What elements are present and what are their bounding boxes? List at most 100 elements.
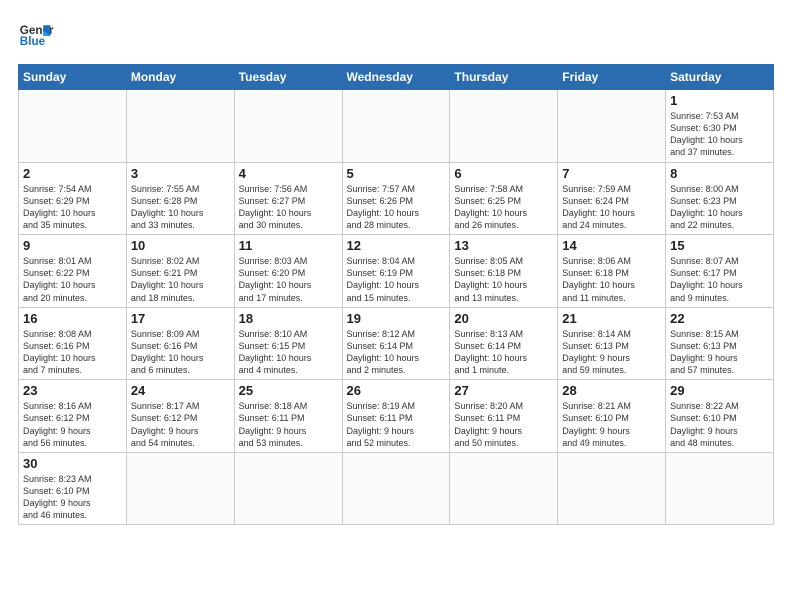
day-number: 29	[670, 383, 769, 398]
day-number: 24	[131, 383, 230, 398]
header: General Blue	[18, 18, 774, 54]
calendar-cell: 11Sunrise: 8:03 AM Sunset: 6:20 PM Dayli…	[234, 235, 342, 308]
calendar-cell: 15Sunrise: 8:07 AM Sunset: 6:17 PM Dayli…	[666, 235, 774, 308]
day-info: Sunrise: 8:13 AM Sunset: 6:14 PM Dayligh…	[454, 328, 553, 377]
calendar-cell: 21 Sunrise: 8:14 AM Sunset: 6:13 PM Dayli…	[558, 307, 666, 380]
day-number: 3	[131, 166, 230, 181]
calendar-cell	[450, 90, 558, 163]
day-number: 11	[239, 238, 338, 253]
day-info: Sunrise: 7:54 AM Sunset: 6:29 PM Dayligh…	[23, 183, 122, 232]
weekday-header-friday: Friday	[558, 65, 666, 90]
calendar-cell	[666, 452, 774, 525]
calendar-week-3: 16 Sunrise: 8:08 AM Sunset: 6:16 PM Dayli…	[19, 307, 774, 380]
day-number: 16	[23, 311, 122, 326]
day-number: 13	[454, 238, 553, 253]
weekday-header-thursday: Thursday	[450, 65, 558, 90]
day-number: 14	[562, 238, 661, 253]
day-info: Sunrise: 8:05 AM Sunset: 6:18 PM Dayligh…	[454, 255, 553, 304]
calendar-cell: 29 Sunrise: 8:22 AM Sunset: 6:10 PM Dayli…	[666, 380, 774, 453]
svg-text:Blue: Blue	[20, 35, 46, 48]
day-info: Sunrise: 7:59 AM Sunset: 6:24 PM Dayligh…	[562, 183, 661, 232]
calendar-week-4: 23Sunrise: 8:16 AM Sunset: 6:12 PM Dayli…	[19, 380, 774, 453]
calendar-cell: 22Sunrise: 8:15 AM Sunset: 6:13 PM Dayli…	[666, 307, 774, 380]
calendar-week-1: 2Sunrise: 7:54 AM Sunset: 6:29 PM Daylig…	[19, 162, 774, 235]
calendar-cell	[234, 452, 342, 525]
logo-icon: General Blue	[18, 18, 54, 54]
day-info: Sunrise: 8:14 AM Sunset: 6:13 PM Dayligh…	[562, 328, 661, 377]
day-number: 30	[23, 456, 122, 471]
day-number: 20	[454, 311, 553, 326]
day-info: Sunrise: 8:10 AM Sunset: 6:15 PM Dayligh…	[239, 328, 338, 377]
day-number: 1	[670, 93, 769, 108]
calendar-cell	[558, 90, 666, 163]
day-number: 18	[239, 311, 338, 326]
day-number: 7	[562, 166, 661, 181]
calendar-cell: 7 Sunrise: 7:59 AM Sunset: 6:24 PM Daylig…	[558, 162, 666, 235]
calendar-week-2: 9 Sunrise: 8:01 AM Sunset: 6:22 PM Daylig…	[19, 235, 774, 308]
weekday-header-saturday: Saturday	[666, 65, 774, 90]
day-number: 15	[670, 238, 769, 253]
calendar-cell	[342, 90, 450, 163]
calendar-cell: 20 Sunrise: 8:13 AM Sunset: 6:14 PM Dayli…	[450, 307, 558, 380]
day-number: 9	[23, 238, 122, 253]
day-number: 4	[239, 166, 338, 181]
day-number: 12	[347, 238, 446, 253]
day-info: Sunrise: 8:23 AM Sunset: 6:10 PM Dayligh…	[23, 473, 122, 522]
day-info: Sunrise: 8:09 AM Sunset: 6:16 PM Dayligh…	[131, 328, 230, 377]
day-number: 6	[454, 166, 553, 181]
calendar-cell: 5 Sunrise: 7:57 AM Sunset: 6:26 PM Daylig…	[342, 162, 450, 235]
day-info: Sunrise: 8:21 AM Sunset: 6:10 PM Dayligh…	[562, 400, 661, 449]
day-number: 19	[347, 311, 446, 326]
calendar-week-0: 1 Sunrise: 7:53 AM Sunset: 6:30 PM Daylig…	[19, 90, 774, 163]
calendar-cell	[19, 90, 127, 163]
calendar-cell: 24Sunrise: 8:17 AM Sunset: 6:12 PM Dayli…	[126, 380, 234, 453]
day-info: Sunrise: 8:19 AM Sunset: 6:11 PM Dayligh…	[347, 400, 446, 449]
calendar-cell	[558, 452, 666, 525]
weekday-header-tuesday: Tuesday	[234, 65, 342, 90]
day-info: Sunrise: 7:53 AM Sunset: 6:30 PM Dayligh…	[670, 110, 769, 159]
weekday-header-wednesday: Wednesday	[342, 65, 450, 90]
day-number: 10	[131, 238, 230, 253]
day-info: Sunrise: 8:01 AM Sunset: 6:22 PM Dayligh…	[23, 255, 122, 304]
day-number: 25	[239, 383, 338, 398]
day-number: 5	[347, 166, 446, 181]
calendar-cell: 30 Sunrise: 8:23 AM Sunset: 6:10 PM Dayli…	[19, 452, 127, 525]
calendar-table: SundayMondayTuesdayWednesdayThursdayFrid…	[18, 64, 774, 525]
calendar-cell	[126, 90, 234, 163]
calendar-cell: 28 Sunrise: 8:21 AM Sunset: 6:10 PM Dayli…	[558, 380, 666, 453]
calendar-cell: 25 Sunrise: 8:18 AM Sunset: 6:11 PM Dayli…	[234, 380, 342, 453]
day-info: Sunrise: 8:18 AM Sunset: 6:11 PM Dayligh…	[239, 400, 338, 449]
day-number: 17	[131, 311, 230, 326]
calendar-cell: 2Sunrise: 7:54 AM Sunset: 6:29 PM Daylig…	[19, 162, 127, 235]
day-info: Sunrise: 8:15 AM Sunset: 6:13 PM Dayligh…	[670, 328, 769, 377]
calendar-header-row: SundayMondayTuesdayWednesdayThursdayFrid…	[19, 65, 774, 90]
calendar-cell	[234, 90, 342, 163]
calendar-cell: 10 Sunrise: 8:02 AM Sunset: 6:21 PM Dayli…	[126, 235, 234, 308]
day-number: 21	[562, 311, 661, 326]
calendar-cell: 18 Sunrise: 8:10 AM Sunset: 6:15 PM Dayli…	[234, 307, 342, 380]
calendar-cell: 3Sunrise: 7:55 AM Sunset: 6:28 PM Daylig…	[126, 162, 234, 235]
calendar-week-5: 30 Sunrise: 8:23 AM Sunset: 6:10 PM Dayli…	[19, 452, 774, 525]
calendar-cell	[342, 452, 450, 525]
calendar-cell: 23Sunrise: 8:16 AM Sunset: 6:12 PM Dayli…	[19, 380, 127, 453]
calendar-cell	[450, 452, 558, 525]
day-number: 23	[23, 383, 122, 398]
calendar-cell: 16 Sunrise: 8:08 AM Sunset: 6:16 PM Dayli…	[19, 307, 127, 380]
day-info: Sunrise: 8:02 AM Sunset: 6:21 PM Dayligh…	[131, 255, 230, 304]
logo: General Blue	[18, 18, 54, 54]
day-info: Sunrise: 7:58 AM Sunset: 6:25 PM Dayligh…	[454, 183, 553, 232]
day-info: Sunrise: 8:08 AM Sunset: 6:16 PM Dayligh…	[23, 328, 122, 377]
calendar-cell	[126, 452, 234, 525]
day-info: Sunrise: 8:22 AM Sunset: 6:10 PM Dayligh…	[670, 400, 769, 449]
day-info: Sunrise: 8:20 AM Sunset: 6:11 PM Dayligh…	[454, 400, 553, 449]
day-number: 28	[562, 383, 661, 398]
day-info: Sunrise: 8:06 AM Sunset: 6:18 PM Dayligh…	[562, 255, 661, 304]
weekday-header-monday: Monday	[126, 65, 234, 90]
day-info: Sunrise: 8:00 AM Sunset: 6:23 PM Dayligh…	[670, 183, 769, 232]
calendar-cell: 17 Sunrise: 8:09 AM Sunset: 6:16 PM Dayli…	[126, 307, 234, 380]
day-info: Sunrise: 7:57 AM Sunset: 6:26 PM Dayligh…	[347, 183, 446, 232]
day-info: Sunrise: 8:12 AM Sunset: 6:14 PM Dayligh…	[347, 328, 446, 377]
day-number: 27	[454, 383, 553, 398]
calendar-cell: 12Sunrise: 8:04 AM Sunset: 6:19 PM Dayli…	[342, 235, 450, 308]
day-info: Sunrise: 7:56 AM Sunset: 6:27 PM Dayligh…	[239, 183, 338, 232]
